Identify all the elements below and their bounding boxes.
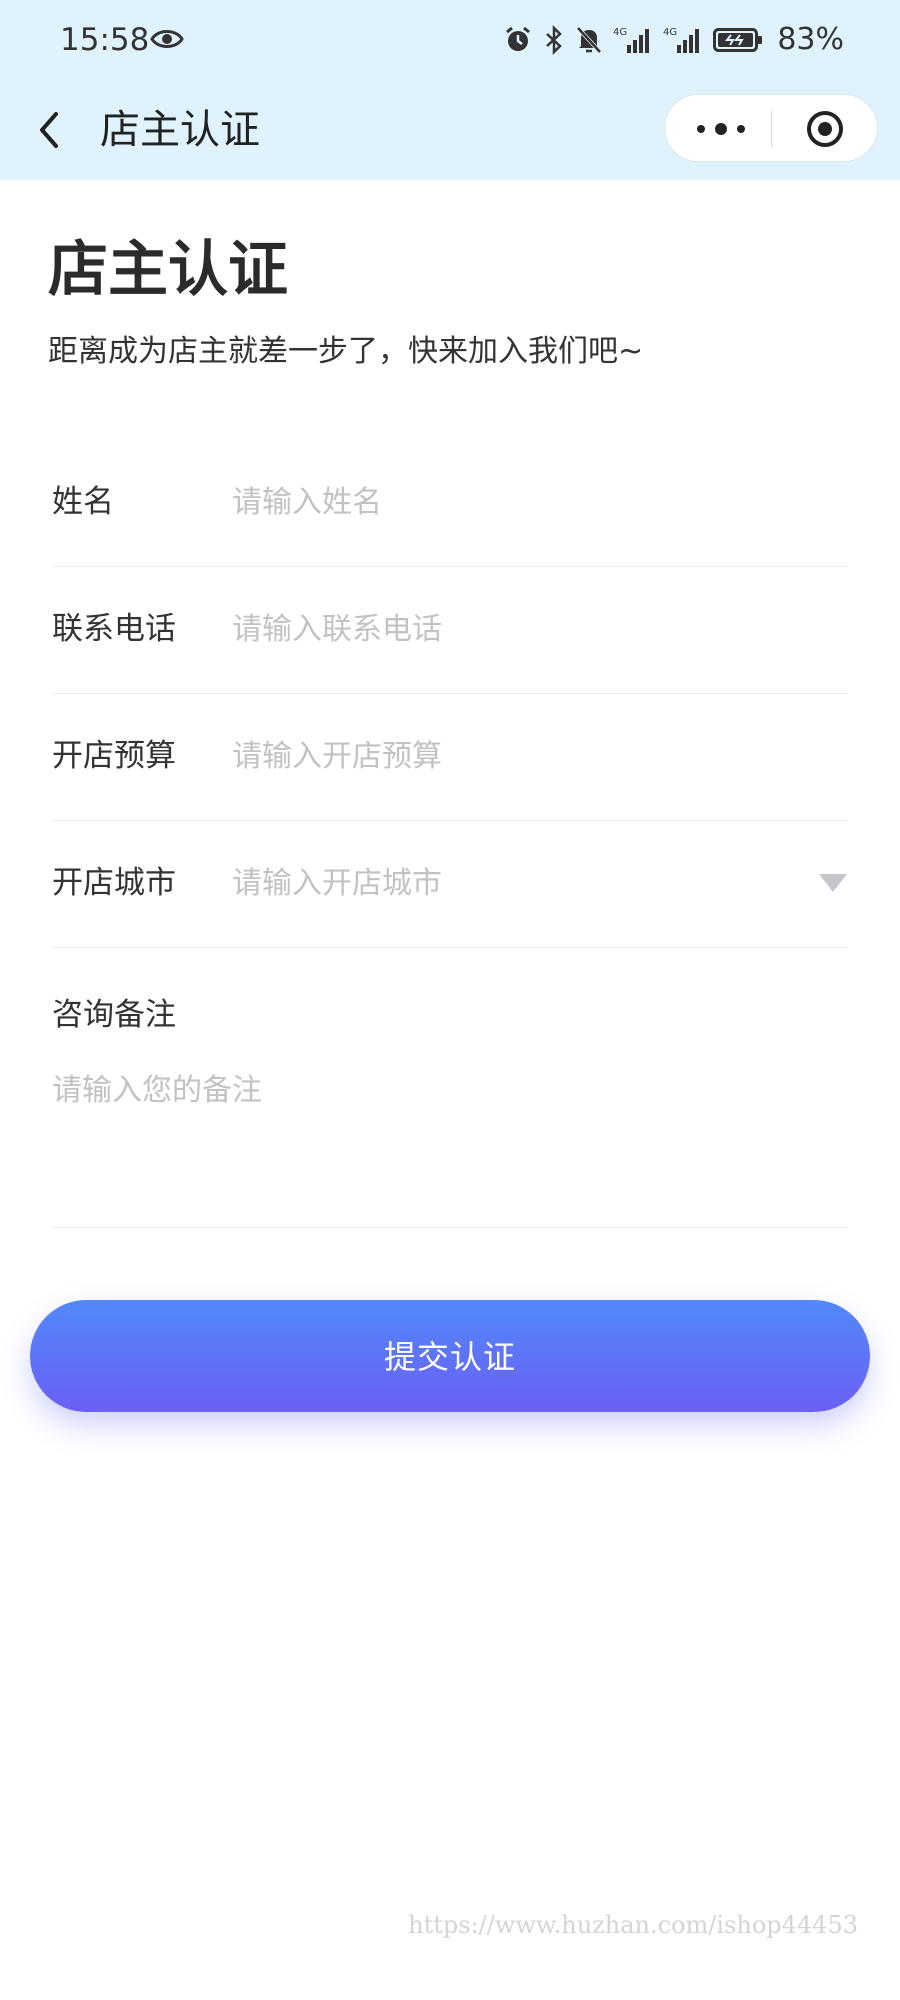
- budget-input[interactable]: [232, 730, 792, 782]
- eye-icon: [150, 30, 184, 48]
- remark-label: 咨询备注: [52, 997, 176, 1033]
- svg-text:4G: 4G: [613, 27, 627, 38]
- watermark: https://www.huzhan.com/ishop44453: [408, 1911, 858, 1939]
- signal-4g-icon: 4G: [613, 27, 650, 53]
- close-target-icon[interactable]: [805, 109, 845, 149]
- status-bar: 15:58 4G 4G 83%: [0, 0, 900, 80]
- top-area: 15:58 4G 4G 83% 店主认证: [0, 0, 900, 180]
- capsule-divider: [771, 111, 772, 147]
- city-input[interactable]: [232, 857, 792, 909]
- name-input[interactable]: [232, 476, 792, 528]
- remark-textarea[interactable]: [52, 1069, 848, 1199]
- name-label: 姓名: [52, 484, 114, 520]
- svg-text:4G: 4G: [663, 27, 677, 38]
- bluetooth-icon: [546, 25, 563, 55]
- city-label: 开店城市: [52, 865, 176, 901]
- submit-button[interactable]: 提交认证: [30, 1300, 870, 1412]
- signal-4g-icon: 4G: [663, 27, 700, 53]
- phone-label: 联系电话: [52, 611, 176, 647]
- form-row-remark: 咨询备注: [52, 953, 848, 1228]
- dropdown-triangle-icon[interactable]: [818, 873, 848, 893]
- back-icon[interactable]: [30, 102, 70, 158]
- capsule-menu: [664, 94, 878, 162]
- battery-icon: [713, 28, 763, 52]
- alarm-icon: [506, 26, 531, 51]
- form-row-phone: 联系电话: [52, 567, 848, 694]
- nav-title: 店主认证: [100, 107, 260, 153]
- budget-label: 开店预算: [52, 738, 176, 774]
- more-icon[interactable]: [693, 115, 749, 143]
- status-time: 15:58: [60, 22, 150, 58]
- phone-input[interactable]: [232, 603, 792, 655]
- form-row-budget: 开店预算: [52, 694, 848, 821]
- mute-icon: [576, 26, 602, 54]
- page-subtitle: 距离成为店主就差一步了，快来加入我们吧~: [48, 334, 644, 369]
- form-row-name: 姓名: [52, 440, 848, 567]
- form-row-city[interactable]: 开店城市: [52, 821, 848, 948]
- nav-bar: 店主认证: [0, 80, 900, 180]
- status-icons: 4G 4G 83%: [503, 20, 844, 60]
- battery-percentage: 83%: [777, 22, 844, 57]
- page-title: 店主认证: [48, 235, 288, 305]
